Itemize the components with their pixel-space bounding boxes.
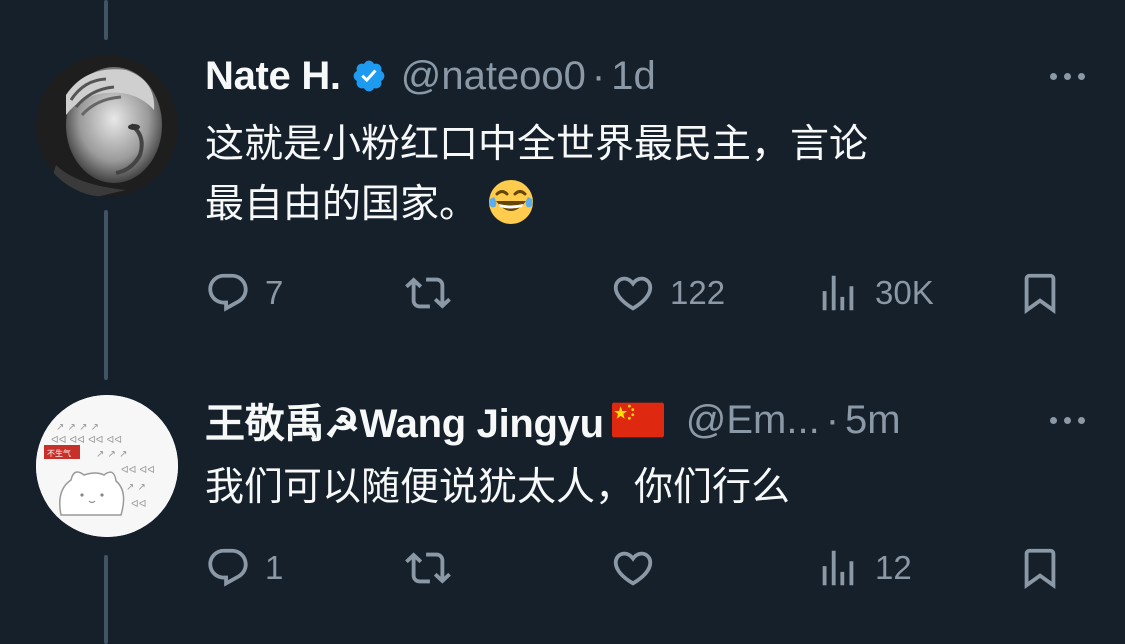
- author-name[interactable]: 王敬禹☭Wang Jingyu: [205, 391, 604, 449]
- more-options-icon[interactable]: [1050, 70, 1085, 82]
- repost-icon: [405, 277, 451, 309]
- reply-icon: [208, 273, 248, 312]
- reply-count: 7: [265, 274, 284, 311]
- repost-button[interactable]: [405, 543, 465, 593]
- author-name[interactable]: Nate H.: [205, 54, 341, 99]
- timestamp[interactable]: 1d: [611, 54, 656, 99]
- like-button[interactable]: [610, 543, 670, 593]
- views-chart-icon: [822, 550, 854, 586]
- more-options-icon[interactable]: [1050, 414, 1085, 426]
- heart-icon: [613, 551, 653, 586]
- tweet-text-line: 这就是小粉红口中全世界最民主，言论: [205, 122, 869, 167]
- svg-text:↗ ↗: ↗ ↗: [126, 482, 146, 493]
- tweet[interactable]: ↗ ↗ ↗ ↗ ᐊᐊ ᐊᐊ ᐊᐊ ᐊᐊ ↗ ↗ ↗ ᐊᐊ ᐊᐊ ↗ ↗ ᐊᐊ 不…: [0, 340, 1125, 644]
- timestamp[interactable]: 5m: [845, 398, 901, 443]
- bookmark-icon: [1024, 273, 1056, 314]
- like-count: 122: [670, 274, 726, 311]
- view-count: 30K: [875, 274, 934, 311]
- repost-icon: [405, 552, 451, 584]
- reply-icon: [208, 548, 248, 587]
- tweet-header: Nate H. @nateoo0 · 1d: [205, 48, 656, 104]
- bookmark-button[interactable]: [1017, 543, 1063, 593]
- reply-count: 1: [265, 549, 284, 586]
- bookmark-button[interactable]: [1017, 268, 1063, 318]
- tweet[interactable]: Nate H. @nateoo0 · 1d 这就是小粉红口中全世界最民主，言论 …: [0, 0, 1125, 340]
- reply-button[interactable]: 7: [205, 268, 283, 318]
- views-chart-icon: [822, 275, 854, 311]
- heart-icon: [613, 276, 653, 311]
- svg-text:不生气: 不生气: [47, 448, 71, 458]
- separator-dot: ·: [825, 397, 840, 442]
- like-button[interactable]: 122: [610, 268, 725, 318]
- svg-text:ᐊᐊ: ᐊᐊ: [131, 498, 146, 510]
- author-handle[interactable]: @nateoo0: [401, 54, 586, 99]
- tweet-text-line-2: 最自由的国家。: [205, 175, 868, 235]
- verified-badge-icon: [351, 58, 387, 94]
- separator-dot: ·: [591, 53, 606, 98]
- svg-text:↗ ↗ ↗ ↗: ↗ ↗ ↗ ↗: [56, 422, 99, 433]
- svg-text:ᐊᐊ ᐊᐊ: ᐊᐊ ᐊᐊ: [121, 464, 155, 476]
- bookmark-icon: [1024, 548, 1056, 589]
- view-count: 12: [875, 549, 912, 586]
- tweet-text-line-content: 最自由的国家。: [205, 182, 479, 227]
- tweet-actions: 7 122 30K: [205, 268, 1065, 318]
- views-button[interactable]: 30K: [815, 268, 934, 318]
- reply-button[interactable]: 1: [205, 543, 283, 593]
- author-handle[interactable]: @Em...: [686, 398, 820, 443]
- tweet-text-line: 我们可以随便说犹太人，你们行么: [205, 465, 791, 510]
- tweet-header: 王敬禹☭Wang Jingyu @Em... · 5m: [205, 392, 901, 448]
- svg-text:ᐊᐊ ᐊᐊ ᐊᐊ ᐊᐊ: ᐊᐊ ᐊᐊ ᐊᐊ ᐊᐊ: [51, 434, 122, 446]
- tweet-text: 我们可以随便说犹太人，你们行么: [205, 458, 790, 518]
- avatar[interactable]: ↗ ↗ ↗ ↗ ᐊᐊ ᐊᐊ ᐊᐊ ᐊᐊ ↗ ↗ ↗ ᐊᐊ ᐊᐊ ↗ ↗ ᐊᐊ 不…: [36, 395, 178, 537]
- tweet-text: 这就是小粉红口中全世界最民主，言论 最自由的国家。: [205, 115, 868, 235]
- svg-text:↗ ↗ ↗: ↗ ↗ ↗: [96, 449, 128, 460]
- repost-button[interactable]: [405, 268, 465, 318]
- laughing-tears-emoji-icon: [486, 177, 536, 227]
- tweet-actions: 1 12: [205, 543, 1065, 593]
- china-flag-icon: [611, 402, 664, 438]
- avatar[interactable]: [36, 55, 178, 197]
- views-button[interactable]: 12: [815, 543, 912, 593]
